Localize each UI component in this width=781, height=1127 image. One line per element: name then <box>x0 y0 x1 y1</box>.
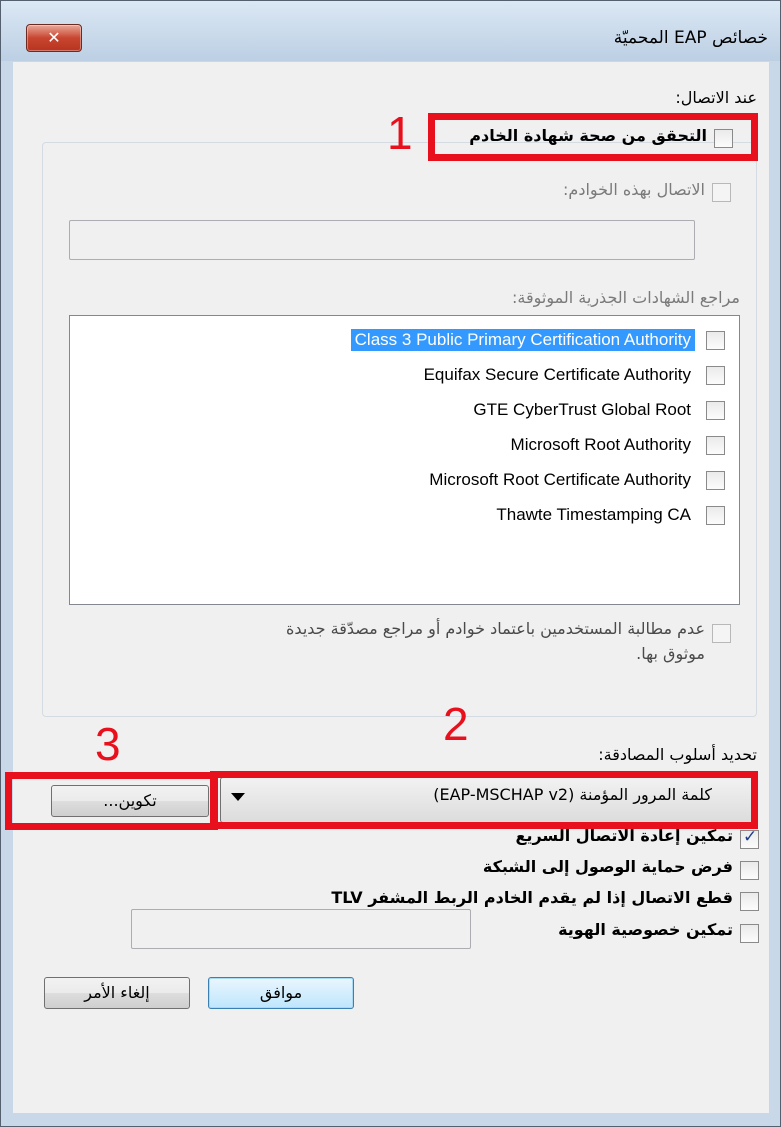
cancel-button[interactable]: إلغاء الأمر <box>44 977 190 1009</box>
cryptobinding-label[interactable]: قطع الاتصال إذا لم يقدم الخادم الربط الم… <box>331 888 733 907</box>
connect-servers-label: الاتصال بهذه الخوادم: <box>563 180 705 199</box>
anonymous-identity-input[interactable] <box>131 909 471 949</box>
auth-method-heading: تحديد أسلوب المصادقة: <box>598 745 757 764</box>
certificate-item[interactable]: Microsoft Root Certificate Authority <box>91 466 731 496</box>
certificate-list[interactable]: Class 3 Public Primary Certification Aut… <box>69 315 740 605</box>
highlight-box-1 <box>428 113 758 161</box>
certificate-label: Microsoft Root Authority <box>510 435 691 454</box>
connect-servers-checkbox[interactable] <box>712 183 731 202</box>
certificate-item[interactable]: Class 3 Public Primary Certification Aut… <box>91 326 731 356</box>
servers-input[interactable] <box>69 220 695 260</box>
annotation-number-1: 1 <box>387 107 413 159</box>
connect-heading: عند الاتصال: <box>675 88 757 107</box>
dialog-client-area: عند الاتصال: التحقق من صحة شهادة الخادم … <box>5 62 769 1113</box>
certificate-checkbox[interactable] <box>706 436 725 455</box>
nap-label[interactable]: فرض حماية الوصول إلى الشبكة <box>483 857 733 876</box>
certificate-checkbox[interactable] <box>706 366 725 385</box>
highlight-box-3 <box>5 772 218 830</box>
fast-reconnect-checkbox[interactable] <box>740 827 759 849</box>
certificate-label: Equifax Secure Certificate Authority <box>423 365 691 384</box>
certificate-checkbox[interactable] <box>706 471 725 490</box>
no-prompt-label: عدم مطالبة المستخدمين باعتماد خوادم أو م… <box>286 619 705 638</box>
dialog-window: ✕ خصائص EAP المحميّة عند الاتصال: التحقق… <box>0 0 781 1127</box>
identity-privacy-checkbox[interactable] <box>740 924 759 943</box>
certificate-checkbox[interactable] <box>706 506 725 525</box>
no-prompt-checkbox[interactable] <box>712 624 731 643</box>
close-icon: ✕ <box>47 28 61 47</box>
certificate-label: Thawte Timestamping CA <box>496 505 691 524</box>
nap-checkbox[interactable] <box>740 861 759 880</box>
window-title: خصائص EAP المحميّة <box>613 28 768 48</box>
identity-privacy-label[interactable]: تمكين خصوصية الهوية <box>558 920 733 939</box>
trusted-ca-label: مراجع الشهادات الجذرية الموثوقة: <box>512 288 740 307</box>
annotation-number-3: 3 <box>95 718 121 770</box>
certificate-item[interactable]: Thawte Timestamping CA <box>91 501 731 531</box>
certificate-label: Microsoft Root Certificate Authority <box>429 470 691 489</box>
title-bar[interactable]: ✕ خصائص EAP المحميّة <box>1 1 780 61</box>
certificate-checkbox[interactable] <box>706 331 725 350</box>
certificate-item[interactable]: GTE CyberTrust Global Root <box>91 396 731 426</box>
cryptobinding-checkbox[interactable] <box>740 892 759 911</box>
certificate-label: GTE CyberTrust Global Root <box>473 400 691 419</box>
certificate-label: Class 3 Public Primary Certification Aut… <box>350 329 695 351</box>
annotation-number-2: 2 <box>443 698 469 750</box>
certificate-checkbox[interactable] <box>706 401 725 420</box>
highlight-box-2 <box>210 771 758 829</box>
close-button[interactable]: ✕ <box>26 24 82 52</box>
ok-button[interactable]: موافق <box>208 977 354 1009</box>
certificate-item[interactable]: Microsoft Root Authority <box>91 431 731 461</box>
no-prompt-label-continued: موثوق بها. <box>636 644 705 663</box>
certificate-item[interactable]: Equifax Secure Certificate Authority <box>91 361 731 391</box>
